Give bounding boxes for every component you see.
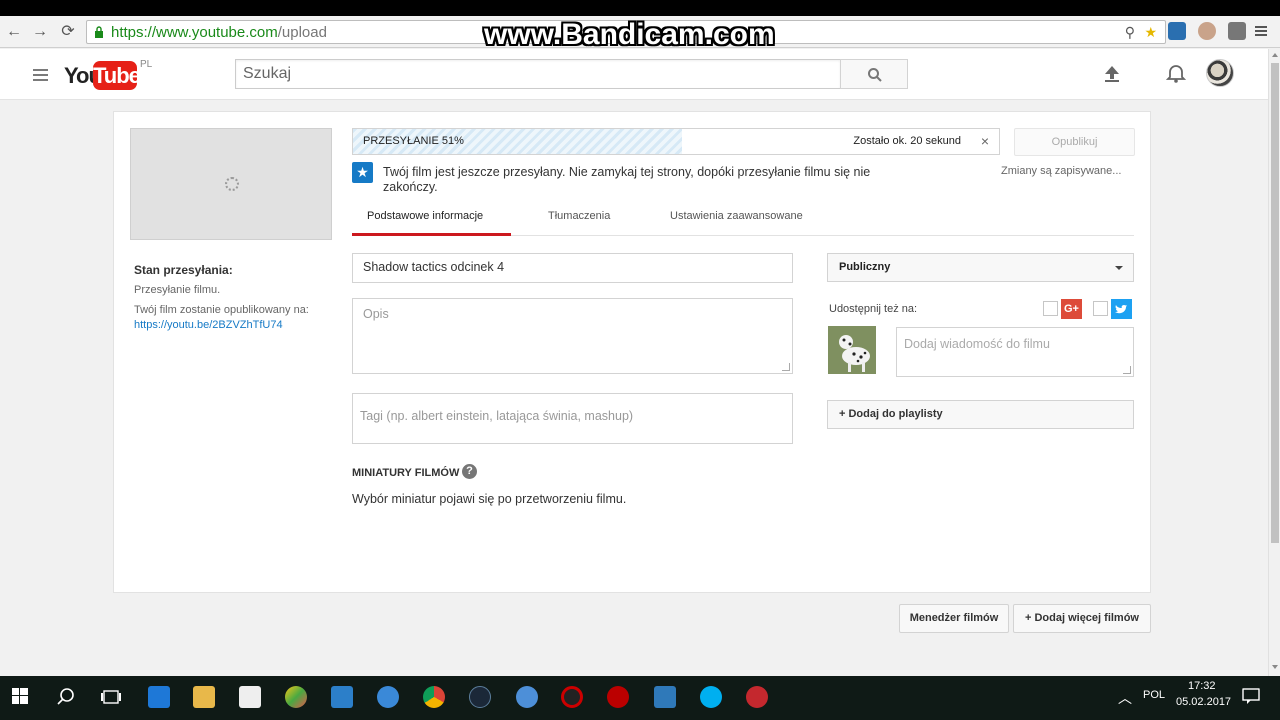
video-thumbnail-placeholder bbox=[130, 128, 332, 240]
account-avatar[interactable] bbox=[1206, 59, 1234, 87]
upload-status-text: Przesyłanie filmu. bbox=[134, 284, 221, 296]
details-tabs: Podstawowe informacje Tłumaczenia Ustawi… bbox=[352, 200, 1134, 236]
logo-region: PL bbox=[140, 59, 153, 70]
forward-icon[interactable]: → bbox=[30, 22, 50, 42]
task-view-icon[interactable] bbox=[100, 686, 122, 708]
url-text: https://www.youtube.com/upload bbox=[111, 24, 327, 41]
app-icon-g[interactable] bbox=[654, 686, 676, 708]
url-host: https://www.youtube.com bbox=[111, 24, 278, 41]
video-manager-button[interactable]: Menedżer filmów bbox=[899, 604, 1009, 633]
tab-basic-info[interactable]: Podstawowe informacje bbox=[367, 210, 483, 222]
search-placeholder: Szukaj bbox=[243, 65, 292, 82]
extension-icon-2[interactable] bbox=[1198, 22, 1216, 40]
loading-spinner-icon bbox=[225, 177, 239, 191]
zoom-icon[interactable]: ⚲ bbox=[1125, 24, 1135, 41]
search-input[interactable]: Szukaj bbox=[235, 59, 841, 89]
title-value: Shadow tactics odcinek 4 bbox=[363, 260, 505, 274]
scroll-up-icon[interactable] bbox=[1272, 53, 1278, 57]
search-icon[interactable] bbox=[55, 686, 77, 708]
share-label: Udostępnij też na: bbox=[829, 303, 918, 315]
description-textarea[interactable]: Opis bbox=[352, 298, 793, 374]
upload-progress-label: PRZESYŁANIE 51% bbox=[363, 135, 464, 147]
url-path: /upload bbox=[277, 24, 327, 41]
recorder-watermark: www.Bandicam.com bbox=[484, 18, 775, 51]
store-icon[interactable] bbox=[239, 686, 261, 708]
search-icon bbox=[868, 68, 882, 82]
video-link[interactable]: https://youtu.be/2BZVZhTfU74 bbox=[134, 319, 283, 331]
tab-advanced-settings[interactable]: Ustawienia zaawansowane bbox=[670, 210, 803, 222]
resize-handle-icon[interactable] bbox=[782, 363, 790, 371]
clock-time[interactable]: 17:32 bbox=[1188, 680, 1216, 692]
input-language[interactable]: POL bbox=[1143, 689, 1165, 701]
app-icon-calculator[interactable] bbox=[331, 686, 353, 708]
extension-icon-1[interactable] bbox=[1168, 22, 1186, 40]
edge-browser-icon[interactable] bbox=[148, 686, 170, 708]
upload-warning-text: Twój film jest jeszcze przesyłany. Nie z… bbox=[383, 165, 871, 194]
notifications-bell-icon[interactable] bbox=[1166, 64, 1186, 84]
app-icon-chrome-alt[interactable] bbox=[516, 686, 538, 708]
share-twitter-checkbox[interactable] bbox=[1093, 301, 1108, 316]
add-more-videos-button[interactable]: + Dodaj więcej filmów bbox=[1013, 604, 1151, 633]
steam-icon[interactable] bbox=[469, 686, 491, 708]
app-icon-red-gear[interactable] bbox=[607, 686, 629, 708]
share-message-placeholder: Dodaj wiadomość do filmu bbox=[904, 337, 1050, 351]
google-plus-icon: G+ bbox=[1061, 299, 1082, 319]
tags-placeholder: Tagi (np. albert einstein, latająca świn… bbox=[360, 409, 634, 423]
app-icon-network[interactable] bbox=[377, 686, 399, 708]
file-explorer-icon[interactable] bbox=[193, 686, 215, 708]
twitter-icon bbox=[1111, 299, 1132, 319]
resize-handle-icon[interactable] bbox=[1123, 366, 1131, 374]
title-input[interactable]: Shadow tactics odcinek 4 bbox=[352, 253, 793, 283]
publish-button[interactable]: Opublikuj bbox=[1014, 128, 1135, 156]
help-icon[interactable]: ? bbox=[462, 464, 477, 479]
cancel-upload-icon[interactable]: × bbox=[981, 133, 989, 149]
browser-menu-icon[interactable] bbox=[1252, 22, 1270, 40]
scroll-thumb[interactable] bbox=[1271, 63, 1279, 543]
guide-menu-icon[interactable] bbox=[33, 69, 48, 81]
action-center-icon[interactable] bbox=[1242, 687, 1260, 705]
windows-taskbar: ︿ POL 17:32 05.02.2017 bbox=[0, 676, 1280, 720]
windows-start-icon[interactable] bbox=[12, 688, 28, 704]
tab-translations[interactable]: Tłumaczenia bbox=[548, 210, 610, 222]
search-button[interactable] bbox=[840, 59, 908, 89]
publish-location-text: Twój film zostanie opublikowany na: bbox=[134, 304, 309, 316]
screen-top-strip bbox=[0, 0, 1280, 16]
time-remaining: Zostało ok. 20 sekund bbox=[853, 135, 961, 147]
bookmark-star-icon[interactable]: ★ bbox=[1144, 24, 1157, 41]
youtube-header: You Tube PL Szukaj bbox=[0, 49, 1268, 100]
app-icon-picasa[interactable] bbox=[285, 686, 307, 708]
tray-chevron-up-icon[interactable]: ︿ bbox=[1118, 688, 1132, 708]
thumbnails-info-text: Wybór miniatur pojawi się po przetworzen… bbox=[352, 492, 627, 506]
upload-icon[interactable] bbox=[1103, 65, 1121, 83]
privacy-select[interactable]: Publiczny bbox=[827, 253, 1134, 282]
share-gplus-checkbox[interactable] bbox=[1043, 301, 1058, 316]
chrome-icon[interactable] bbox=[423, 686, 445, 708]
page-scrollbar[interactable] bbox=[1268, 49, 1280, 676]
info-star-icon: ★ bbox=[352, 162, 373, 183]
back-icon[interactable]: ← bbox=[4, 22, 24, 42]
chevron-down-icon bbox=[1115, 266, 1123, 270]
channel-avatar-image bbox=[828, 326, 876, 374]
tags-input[interactable]: Tagi (np. albert einstein, latająca świn… bbox=[352, 393, 793, 444]
privacy-value: Publiczny bbox=[839, 261, 891, 273]
share-message-textarea[interactable]: Dodaj wiadomość do filmu bbox=[896, 327, 1134, 377]
add-to-playlist-button[interactable]: + Dodaj do playlisty bbox=[827, 400, 1134, 429]
thumbnails-heading: MINIATURY FILMÓW bbox=[352, 467, 460, 479]
description-placeholder: Opis bbox=[363, 307, 389, 321]
reload-icon[interactable]: ⟳ bbox=[58, 22, 78, 42]
lock-icon bbox=[95, 26, 103, 38]
app-icon-red[interactable] bbox=[746, 686, 768, 708]
upload-progress-bar: PRZESYŁANIE 51% Zostało ok. 20 sekund × bbox=[352, 128, 1000, 155]
upload-status-title: Stan przesyłania: bbox=[134, 263, 233, 277]
logo-tube: Tube bbox=[93, 61, 141, 90]
saving-status: Zmiany są zapisywane... bbox=[1001, 165, 1122, 177]
upload-card: Stan przesyłania: Przesyłanie filmu. Twó… bbox=[113, 111, 1151, 593]
bandicam-icon[interactable] bbox=[561, 686, 583, 708]
clock-date[interactable]: 05.02.2017 bbox=[1176, 696, 1231, 708]
skype-icon[interactable] bbox=[700, 686, 722, 708]
extension-icon-3[interactable] bbox=[1228, 22, 1246, 40]
active-tab-indicator bbox=[352, 233, 511, 236]
add-to-playlist-label: + Dodaj do playlisty bbox=[839, 408, 943, 420]
scroll-down-icon[interactable] bbox=[1272, 665, 1278, 669]
